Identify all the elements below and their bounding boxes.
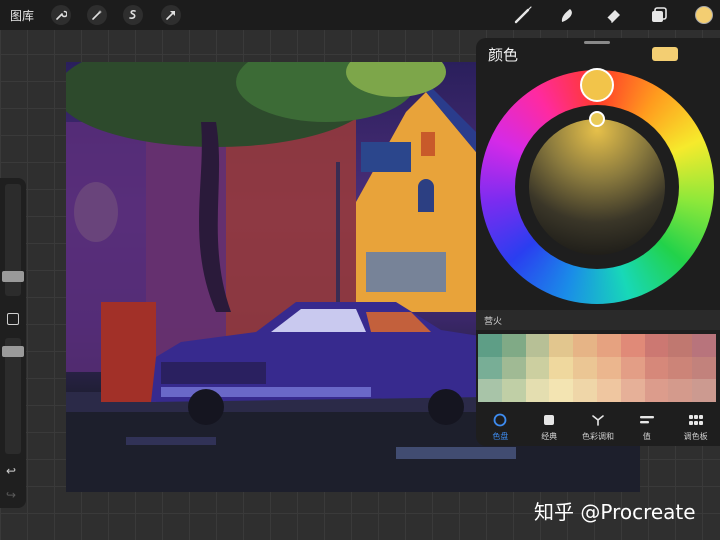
opacity-thumb[interactable] — [2, 346, 24, 357]
palette-swatch[interactable] — [525, 379, 550, 402]
hue-ring[interactable] — [480, 68, 714, 304]
palette-swatch[interactable] — [478, 379, 502, 402]
palette-swatch[interactable] — [478, 334, 502, 357]
wrench-icon[interactable] — [51, 5, 71, 25]
palette-swatch[interactable] — [573, 334, 597, 357]
palette-swatch[interactable] — [644, 356, 669, 380]
brush-size-thumb[interactable] — [2, 271, 24, 282]
palette-swatch[interactable] — [620, 334, 645, 357]
modify-button[interactable] — [7, 313, 19, 325]
watermark: 知乎 @Procreate — [534, 500, 696, 524]
tab-label: 经典 — [541, 432, 558, 441]
tab-label: 色盘 — [492, 432, 509, 441]
palette-swatch[interactable] — [501, 379, 526, 402]
color-mode-tabs: 色盘 经典 色彩调和 值 调色板 — [476, 408, 720, 444]
layers-icon[interactable] — [648, 4, 670, 26]
palette-grid — [478, 334, 716, 402]
palette-swatch[interactable] — [668, 334, 693, 357]
tab-label: 色彩调和 — [581, 432, 614, 441]
selection-icon[interactable] — [123, 5, 143, 25]
value-sliders-icon — [639, 412, 655, 428]
current-color-button[interactable] — [695, 6, 713, 24]
palette-swatch[interactable] — [668, 379, 693, 402]
palette-swatch[interactable] — [501, 334, 526, 357]
left-sidebar: ↩ ↪ — [0, 178, 26, 508]
palette-header: 营火 — [476, 310, 720, 330]
palette-swatch[interactable] — [573, 379, 597, 402]
palette-grid-icon — [688, 412, 704, 428]
tab-label: 调色板 — [683, 432, 708, 441]
panel-title: 颜色 — [488, 46, 519, 64]
tab-disc[interactable]: 色盘 — [476, 408, 524, 444]
brush-size-slider[interactable] — [2, 184, 24, 296]
saturation-disc[interactable] — [529, 119, 665, 255]
undo-icon[interactable]: ↩ — [6, 464, 16, 478]
palette-swatch[interactable] — [692, 379, 716, 402]
palette-swatch[interactable] — [692, 356, 716, 380]
palette-swatch[interactable] — [644, 379, 669, 402]
palette-swatch[interactable] — [692, 334, 716, 357]
top-toolbar: 图库 — [0, 0, 720, 30]
ring-inner — [515, 105, 679, 269]
palette-swatch[interactable] — [620, 379, 645, 402]
brush-icon[interactable] — [512, 4, 534, 26]
palette-swatch[interactable] — [620, 356, 645, 380]
palette-swatch[interactable] — [596, 334, 621, 357]
palette-swatch[interactable] — [668, 356, 693, 380]
smudge-icon[interactable] — [557, 4, 579, 26]
tab-harmony[interactable]: 色彩调和 — [574, 408, 622, 444]
harmony-icon — [590, 412, 606, 428]
palette-swatch[interactable] — [573, 356, 597, 380]
palette-swatch[interactable] — [596, 356, 621, 380]
saturation-knob[interactable] — [589, 111, 605, 127]
classic-square-icon — [541, 412, 557, 428]
hue-knob[interactable] — [580, 68, 614, 102]
palette-swatch[interactable] — [549, 334, 574, 357]
magic-wand-icon[interactable] — [87, 5, 107, 25]
tab-value[interactable]: 值 — [623, 408, 671, 444]
palette-swatch[interactable] — [549, 356, 574, 380]
palette-swatch[interactable] — [525, 356, 550, 380]
eraser-icon[interactable] — [603, 4, 625, 26]
tab-palettes[interactable]: 调色板 — [672, 408, 720, 444]
palette-swatch[interactable] — [525, 334, 550, 357]
tab-classic[interactable]: 经典 — [525, 408, 573, 444]
palette-swatch[interactable] — [549, 379, 574, 402]
palette-swatch[interactable] — [644, 334, 669, 357]
redo-icon[interactable]: ↪ — [6, 488, 16, 502]
palette-name: 营火 — [484, 317, 503, 327]
transform-icon[interactable] — [161, 5, 181, 25]
palette-swatch[interactable] — [501, 356, 526, 380]
tab-label: 值 — [642, 432, 651, 441]
palette-swatch[interactable] — [478, 356, 502, 380]
gallery-button[interactable]: 图库 — [10, 7, 34, 24]
opacity-slider[interactable] — [2, 338, 24, 454]
current-color-swatch[interactable] — [652, 47, 678, 61]
color-disc-icon — [492, 412, 508, 428]
color-panel: 颜色 营火 色盘 经典 色彩调和 值 调色板 — [476, 38, 720, 446]
palette-swatch[interactable] — [596, 379, 621, 402]
panel-drag-handle[interactable] — [584, 41, 610, 44]
